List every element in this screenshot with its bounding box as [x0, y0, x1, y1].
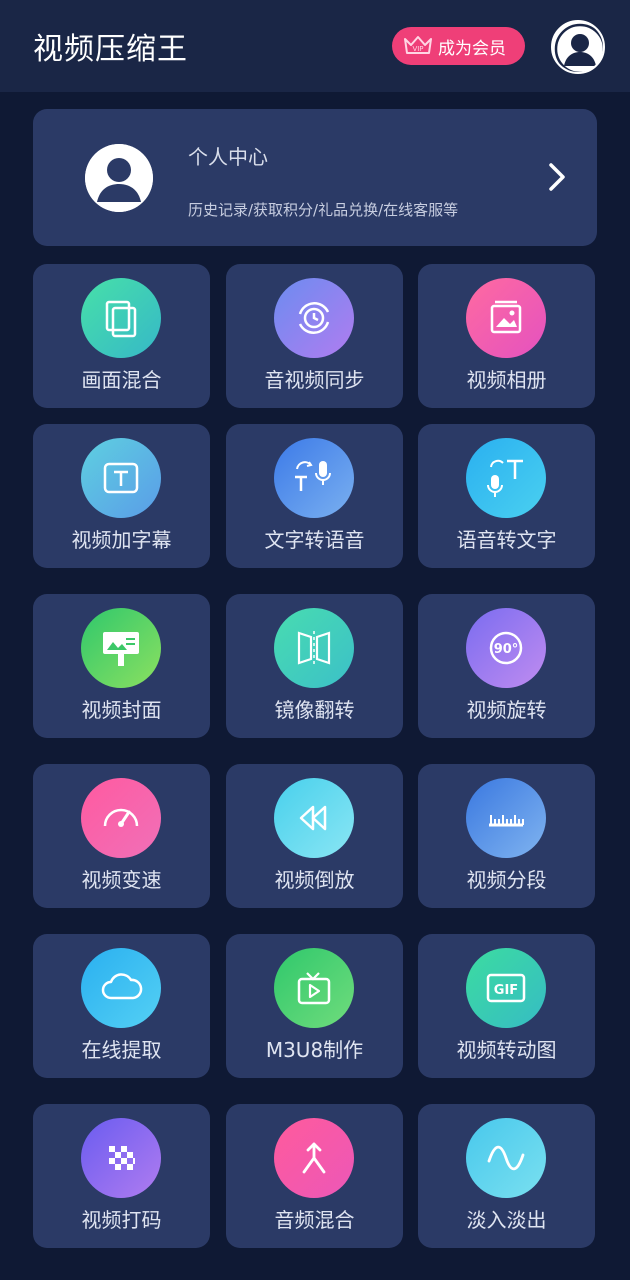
- svg-text:90°: 90°: [494, 642, 519, 657]
- rotate-90-icon: 90°: [466, 608, 546, 688]
- feature-label: 淡入淡出: [466, 1208, 547, 1232]
- chevron-right-icon: [549, 163, 565, 191]
- feature-label: 视频转动图: [456, 1038, 557, 1062]
- feature-label: 在线提取: [81, 1038, 162, 1062]
- ruler-icon: [466, 778, 546, 858]
- feature-label: 视频分段: [466, 868, 547, 892]
- feature-label: 画面混合: [81, 368, 162, 392]
- become-member-button[interactable]: VIP 成为会员: [392, 27, 525, 65]
- app-title: 视频压缩王: [33, 32, 188, 67]
- cloud-icon: [81, 948, 161, 1028]
- feature-tile-m3u8-make[interactable]: M3U8制作: [226, 934, 403, 1078]
- billboard-icon: [81, 608, 161, 688]
- feature-tile-av-sync[interactable]: 音视频同步: [226, 264, 403, 408]
- feature-tile-audio-mix[interactable]: 音频混合: [226, 1104, 403, 1248]
- svg-text:VIP: VIP: [412, 45, 423, 53]
- feature-label: 文字转语音: [264, 528, 365, 552]
- feature-tile-speech-to-text[interactable]: 语音转文字: [418, 424, 595, 568]
- svg-text:GIF: GIF: [494, 983, 518, 998]
- feature-label: 语音转文字: [456, 528, 557, 552]
- profile-subtitle: 历史记录/获取积分/礼品兑换/在线客服等: [188, 201, 459, 219]
- crown-vip-icon: VIP: [404, 36, 432, 54]
- feature-tile-add-subtitle[interactable]: 视频加字幕: [33, 424, 210, 568]
- feature-label: 视频封面: [81, 698, 162, 722]
- feature-label: 音频混合: [274, 1208, 355, 1232]
- feature-tile-video-reverse[interactable]: 视频倒放: [226, 764, 403, 908]
- feature-tile-online-extract[interactable]: 在线提取: [33, 934, 210, 1078]
- feature-label: 视频相册: [466, 368, 547, 392]
- feature-tile-mirror-flip[interactable]: 镜像翻转: [226, 594, 403, 738]
- layers-icon: [81, 278, 161, 358]
- mosaic-icon: [81, 1118, 161, 1198]
- wave-icon: [466, 1118, 546, 1198]
- feature-tile-picture-blend[interactable]: 画面混合: [33, 264, 210, 408]
- feature-tile-video-to-gif[interactable]: GIF 视频转动图: [418, 934, 595, 1078]
- text-to-speech-icon: [274, 438, 354, 518]
- user-icon: [85, 144, 153, 212]
- feature-tile-video-cover[interactable]: 视频封面: [33, 594, 210, 738]
- feature-label: 音视频同步: [264, 368, 365, 392]
- subtitle-icon: [81, 438, 161, 518]
- feature-label: 视频倒放: [274, 868, 355, 892]
- become-member-label: 成为会员: [438, 38, 506, 59]
- photo-album-icon: [466, 278, 546, 358]
- gif-icon: GIF: [466, 948, 546, 1028]
- profile-title: 个人中心: [188, 145, 268, 169]
- feature-label: 视频旋转: [466, 698, 547, 722]
- feature-label: 视频变速: [81, 868, 162, 892]
- user-avatar-button[interactable]: [551, 20, 605, 74]
- feature-tile-video-album[interactable]: 视频相册: [418, 264, 595, 408]
- feature-label: 镜像翻转: [274, 698, 355, 722]
- feature-tile-fade-in-out[interactable]: 淡入淡出: [418, 1104, 595, 1248]
- tv-play-icon: [274, 948, 354, 1028]
- feature-tile-video-mosaic[interactable]: 视频打码: [33, 1104, 210, 1248]
- profile-avatar: [85, 144, 153, 212]
- speech-to-text-icon: [466, 438, 546, 518]
- rewind-icon: [274, 778, 354, 858]
- feature-tile-video-rotate[interactable]: 90° 视频旋转: [418, 594, 595, 738]
- feature-label: 视频加字幕: [71, 528, 172, 552]
- feature-tile-video-speed[interactable]: 视频变速: [33, 764, 210, 908]
- feature-label: 视频打码: [81, 1208, 162, 1232]
- merge-icon: [274, 1118, 354, 1198]
- top-bar: 视频压缩王 VIP 成为会员: [0, 0, 630, 92]
- mirror-flip-icon: [274, 608, 354, 688]
- personal-center-card[interactable]: 个人中心 历史记录/获取积分/礼品兑换/在线客服等: [33, 109, 597, 246]
- feature-tile-video-split[interactable]: 视频分段: [418, 764, 595, 908]
- sync-clock-icon: [274, 278, 354, 358]
- feature-tile-text-to-speech[interactable]: 文字转语音: [226, 424, 403, 568]
- feature-label: M3U8制作: [265, 1038, 364, 1062]
- user-icon: [554, 23, 603, 72]
- speedometer-icon: [81, 778, 161, 858]
